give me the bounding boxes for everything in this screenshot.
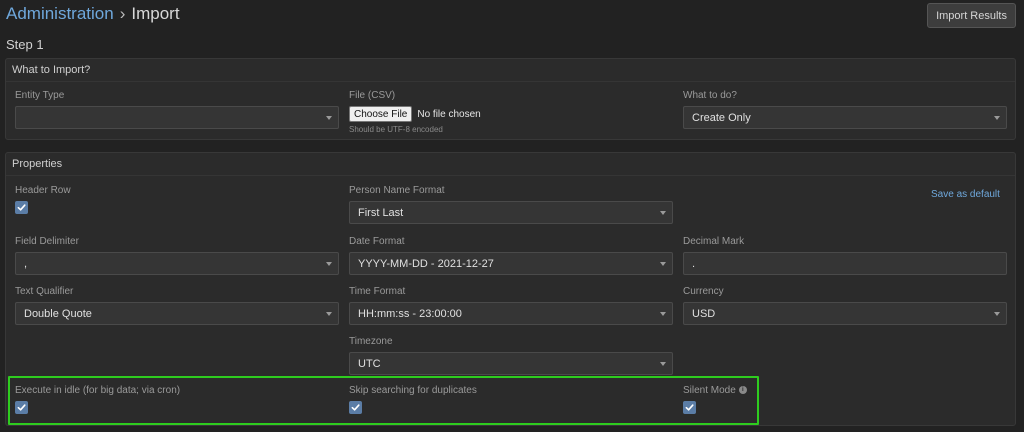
person-name-format-value: First Last xyxy=(358,206,404,219)
file-encoding-hint: Should be UTF-8 encoded xyxy=(349,125,443,134)
person-name-format-select[interactable]: First Last xyxy=(349,201,673,224)
file-status: No file chosen xyxy=(417,108,481,120)
timezone-select[interactable]: UTC xyxy=(349,352,673,375)
decimal-mark-field: Decimal Mark . xyxy=(683,235,1007,275)
decimal-mark-label: Decimal Mark xyxy=(683,236,745,247)
highlight-box xyxy=(8,376,759,425)
person-name-format-field: Person Name Format First Last xyxy=(349,184,673,224)
chevron-down-icon xyxy=(326,116,332,120)
chevron-down-icon xyxy=(994,312,1000,316)
page-title: Import xyxy=(131,4,180,23)
chevron-down-icon xyxy=(326,312,332,316)
field-delimiter-field: Field Delimiter , xyxy=(15,235,339,275)
decimal-mark-input[interactable]: . xyxy=(683,252,1007,275)
what-to-do-select[interactable]: Create Only xyxy=(683,106,1007,129)
breadcrumb-administration-link[interactable]: Administration xyxy=(6,4,114,24)
chevron-down-icon xyxy=(994,116,1000,120)
breadcrumb: Administration › Import xyxy=(6,2,180,26)
what-to-do-field: What to do? Create Only xyxy=(683,89,1007,129)
person-name-format-label: Person Name Format xyxy=(349,185,445,196)
entity-type-label: Entity Type xyxy=(15,90,65,101)
currency-field: Currency USD xyxy=(683,285,1007,325)
date-format-label: Date Format xyxy=(349,236,405,247)
panel-divider xyxy=(6,81,1015,82)
field-delimiter-select[interactable]: , xyxy=(15,252,339,275)
time-format-field: Time Format HH:mm:ss - 23:00:00 xyxy=(349,285,673,325)
text-qualifier-field: Text Qualifier Double Quote xyxy=(15,285,339,325)
currency-value: USD xyxy=(692,307,716,320)
properties-heading: Properties xyxy=(12,158,63,170)
what-to-do-value: Create Only xyxy=(692,111,751,124)
breadcrumb-separator: › xyxy=(119,4,126,23)
time-format-value: HH:mm:ss - 23:00:00 xyxy=(358,307,462,320)
date-format-field: Date Format YYYY-MM-DD - 2021-12-27 xyxy=(349,235,673,275)
header-row-label: Header Row xyxy=(15,185,71,196)
entity-type-field: Entity Type xyxy=(15,89,339,129)
text-qualifier-value: Double Quote xyxy=(24,307,92,320)
timezone-label: Timezone xyxy=(349,336,393,347)
what-to-do-label: What to do? xyxy=(683,90,737,101)
field-delimiter-value: , xyxy=(24,257,28,270)
entity-type-select[interactable] xyxy=(15,106,339,129)
chevron-down-icon xyxy=(660,362,666,366)
panel-divider xyxy=(6,175,1015,176)
file-csv-label: File (CSV) xyxy=(349,90,396,101)
time-format-select[interactable]: HH:mm:ss - 23:00:00 xyxy=(349,302,673,325)
date-format-select[interactable]: YYYY-MM-DD - 2021-12-27 xyxy=(349,252,673,275)
check-icon xyxy=(17,204,26,211)
header-row-checkbox[interactable] xyxy=(15,201,28,214)
text-qualifier-select[interactable]: Double Quote xyxy=(15,302,339,325)
date-format-value: YYYY-MM-DD - 2021-12-27 xyxy=(358,257,494,270)
import-results-button[interactable]: Import Results xyxy=(927,3,1016,28)
header-row-field: Header Row xyxy=(15,184,339,214)
chevron-down-icon xyxy=(660,262,666,266)
currency-select[interactable]: USD xyxy=(683,302,1007,325)
timezone-field: Timezone UTC xyxy=(349,335,673,375)
currency-label: Currency xyxy=(683,286,724,297)
choose-file-button[interactable]: Choose File xyxy=(349,106,413,122)
field-delimiter-label: Field Delimiter xyxy=(15,236,79,247)
chevron-down-icon xyxy=(660,211,666,215)
file-input[interactable]: Choose File No file chosen xyxy=(349,105,673,123)
text-qualifier-label: Text Qualifier xyxy=(15,286,74,297)
chevron-down-icon xyxy=(660,312,666,316)
save-as-default-link[interactable]: Save as default xyxy=(931,189,1000,200)
what-to-import-heading: What to Import? xyxy=(12,64,91,76)
decimal-mark-value: . xyxy=(692,257,696,270)
what-to-import-panel: What to Import? Entity Type File (CSV) C… xyxy=(5,58,1016,140)
file-csv-field: File (CSV) Choose File No file chosen Sh… xyxy=(349,89,673,134)
timezone-value: UTC xyxy=(358,357,381,370)
time-format-label: Time Format xyxy=(349,286,406,297)
chevron-down-icon xyxy=(326,262,332,266)
step-title: Step 1 xyxy=(6,37,44,52)
